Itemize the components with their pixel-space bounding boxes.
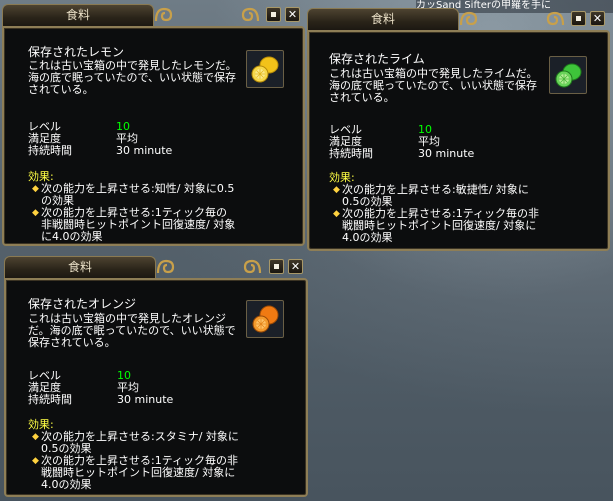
effect-item: ◆ 次の能力を上昇させる:1ティック毎の非戦闘時ヒットポイント回復速度/ 対象に4… bbox=[32, 454, 239, 491]
close-icon: ✕ bbox=[287, 8, 298, 21]
close-button[interactable]: ✕ bbox=[285, 7, 300, 22]
close-button[interactable]: ✕ bbox=[288, 259, 303, 274]
close-icon: ✕ bbox=[290, 260, 301, 273]
lemon-icon bbox=[246, 50, 284, 88]
window-frame: 保存されたライム これは古い宝箱の中で発見したライムだ。海の底で眠っていたので、… bbox=[307, 30, 610, 251]
window-tab[interactable]: 食料 bbox=[307, 8, 459, 30]
pin-button[interactable] bbox=[269, 259, 284, 274]
effects-list: ◆ 次の能力を上昇させる:知性/ 対象に0.5の効果 ◆ 次の能力を上昇させる:1テ… bbox=[32, 183, 238, 243]
scroll-ornament-icon bbox=[243, 259, 262, 274]
effect-item: ◆ 次の能力を上昇させる:1ティック毎の非戦闘時ヒットポイント回復速度/ 対象に4… bbox=[32, 206, 236, 243]
stats-block: レベル 10 満足度 平均 持続時間 30 minute bbox=[28, 121, 228, 157]
scroll-ornament-icon bbox=[241, 7, 260, 22]
orange-icon-graphic bbox=[252, 305, 279, 333]
stat-duration-value: 30 minute bbox=[418, 147, 475, 160]
stats-block: レベル 10 満足度 平均 持続時間 30 minute bbox=[329, 124, 529, 160]
effects-list: ◆ 次の能力を上昇させる:スタミナ/ 対象に0.5の効果 ◆ 次の能力を上昇させる:… bbox=[32, 431, 242, 491]
item-description: これは古い宝箱の中で発見したレモンだ。海の底で眠っていたので、いい状態で保存され… bbox=[28, 59, 237, 96]
bullet-icon: ◆ bbox=[32, 208, 39, 218]
bullet-icon: ◆ bbox=[32, 432, 39, 442]
scroll-ornament-icon bbox=[154, 7, 173, 22]
bullet-icon: ◆ bbox=[333, 209, 340, 219]
scroll-ornament-icon bbox=[546, 11, 565, 26]
window-tab[interactable]: 食料 bbox=[2, 4, 154, 26]
stat-duration-label: 持続時間 bbox=[329, 147, 373, 160]
pin-button[interactable] bbox=[571, 11, 586, 26]
effects-list: ◆ 次の能力を上昇させる:敏捷性/ 対象に0.5の効果 ◆ 次の能力を上昇させる:1… bbox=[333, 184, 545, 244]
lime-icon bbox=[549, 56, 587, 94]
item-name: 保存されたライム bbox=[329, 52, 425, 66]
stat-duration-value: 30 minute bbox=[117, 393, 174, 406]
stat-duration-label: 持続時間 bbox=[28, 393, 72, 406]
window-title: 食料 bbox=[65, 8, 90, 22]
window-title: 食料 bbox=[370, 12, 395, 26]
item-window-lemon: 食料 ✕ 保存されたレモン これは古い宝箱の中で発見したレモンだ。海の底で眠って… bbox=[2, 4, 305, 246]
lemon-icon-graphic bbox=[251, 56, 279, 83]
scroll-ornament-icon bbox=[156, 259, 175, 274]
stat-duration-value: 30 minute bbox=[116, 144, 173, 157]
bullet-icon: ◆ bbox=[333, 185, 340, 195]
bullet-icon: ◆ bbox=[32, 184, 39, 194]
effect-item: ◆ 次の能力を上昇させる:敏捷性/ 対象に0.5の効果 bbox=[333, 183, 529, 208]
effect-item: ◆ 次の能力を上昇させる:スタミナ/ 対象に0.5の効果 bbox=[32, 430, 239, 455]
item-window-orange: 食料 ✕ 保存されたオレンジ これは古い宝箱の中で発見したオレンジだ。海の底で眠… bbox=[4, 256, 308, 497]
orange-icon bbox=[246, 300, 284, 338]
window-tab[interactable]: 食料 bbox=[4, 256, 156, 278]
item-description: これは古い宝箱の中で発見したオレンジだ。海の底で眠っていたので、いい状態で保存さ… bbox=[28, 312, 236, 349]
effect-item: ◆ 次の能力を上昇させる:1ティック毎の非戦闘時ヒットポイント回復速度/ 対象に4… bbox=[333, 207, 540, 244]
close-icon: ✕ bbox=[592, 12, 603, 25]
close-button[interactable]: ✕ bbox=[590, 11, 605, 26]
item-name: 保存されたオレンジ bbox=[28, 297, 137, 311]
scroll-ornament-icon bbox=[459, 11, 478, 26]
window-title: 食料 bbox=[67, 260, 92, 274]
lime-icon-graphic bbox=[555, 63, 582, 88]
stat-duration-label: 持続時間 bbox=[28, 144, 72, 157]
bullet-icon: ◆ bbox=[32, 456, 39, 466]
window-frame: 保存されたオレンジ これは古い宝箱の中で発見したオレンジだ。海の底で眠っていたの… bbox=[4, 278, 308, 497]
effect-item: ◆ 次の能力を上昇させる:知性/ 対象に0.5の効果 bbox=[32, 182, 235, 207]
stats-block: レベル 10 満足度 平均 持続時間 30 minute bbox=[28, 370, 228, 406]
item-window-lime: 食料 ✕ 保存されたライム これは古い宝箱の中で発見したライムだ。海の底で眠って… bbox=[307, 8, 610, 251]
pin-button[interactable] bbox=[266, 7, 281, 22]
window-frame: 保存されたレモン これは古い宝箱の中で発見したレモンだ。海の底で眠っていたので、… bbox=[2, 26, 305, 246]
item-name: 保存されたレモン bbox=[28, 45, 125, 59]
item-description: これは古い宝箱の中で発見したライムだ。海の底で眠っていたので、いい状態で保存され… bbox=[329, 67, 538, 104]
